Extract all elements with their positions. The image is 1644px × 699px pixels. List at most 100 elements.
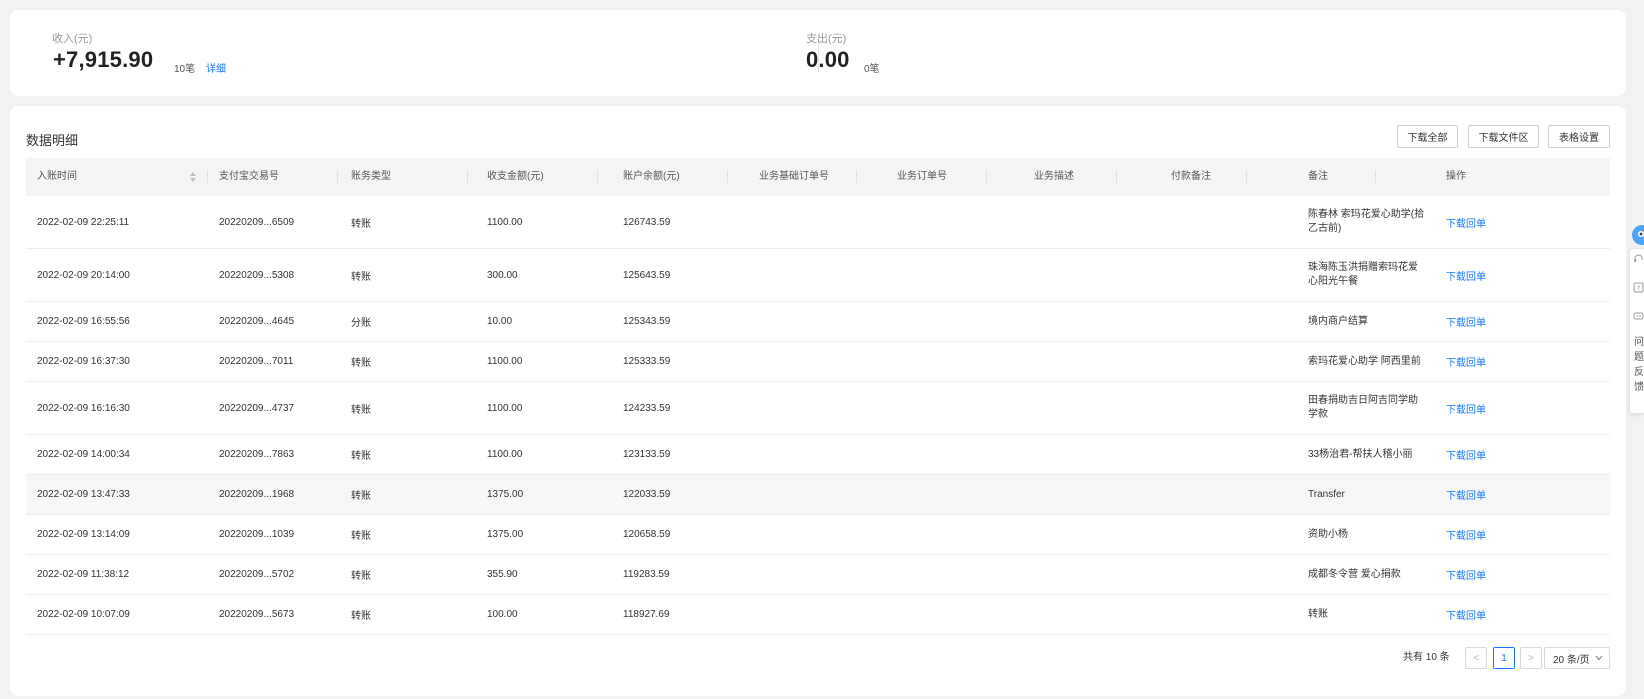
download-receipt-link[interactable]: 下载回单 bbox=[1446, 435, 1486, 474]
col-remark: 备注 bbox=[1308, 171, 1328, 182]
header-separator bbox=[1116, 170, 1117, 184]
page-1-button[interactable]: 1 bbox=[1493, 647, 1515, 669]
cell-trade-no: 20220209...5673 bbox=[219, 609, 295, 620]
cell-amount: 1100.00 bbox=[487, 216, 523, 228]
expense-count: 0笔 bbox=[864, 64, 880, 75]
header-separator bbox=[467, 170, 468, 184]
col-time[interactable]: 入账时间 bbox=[37, 158, 77, 196]
col-description: 业务描述 bbox=[1034, 171, 1074, 182]
download-files-button[interactable]: 下载文件区 bbox=[1468, 125, 1539, 148]
cell-type: 转账 bbox=[351, 271, 371, 283]
cell-balance: 124233.59 bbox=[623, 402, 671, 414]
cell-trade-no: 20220209...4737 bbox=[219, 402, 295, 414]
help-icon[interactable]: ? bbox=[1633, 282, 1644, 293]
download-receipt-link[interactable]: 下载回单 bbox=[1446, 515, 1486, 554]
cell-amount: 355.90 bbox=[487, 569, 518, 580]
header-separator bbox=[1246, 170, 1247, 184]
prev-page-button[interactable]: < bbox=[1465, 647, 1487, 669]
cell-balance: 119283.59 bbox=[623, 569, 670, 580]
summary-card: 收入(元) +7,915.90 10笔 详细 支出(元) 0.00 0笔 bbox=[10, 10, 1626, 96]
col-amount: 收支金额(元) bbox=[487, 171, 544, 182]
chevron-down-icon bbox=[1595, 655, 1603, 661]
table-row: 2022-02-09 13:47:33 20220209...1968 转账 1… bbox=[26, 475, 1610, 515]
cell-balance: 120658.59 bbox=[623, 529, 671, 540]
download-receipt-link[interactable]: 下载回单 bbox=[1446, 249, 1486, 301]
cell-remark: 陈春林 索玛花爱心助学(拾乙古前) bbox=[1308, 209, 1425, 234]
table-row: 2022-02-09 10:07:09 20220209...5673 转账 1… bbox=[26, 595, 1610, 635]
robot-assistant-icon[interactable] bbox=[1630, 222, 1644, 248]
table-row: 2022-02-09 11:38:12 20220209...5702 转账 3… bbox=[26, 555, 1610, 595]
cell-time: 2022-02-09 10:07:09 bbox=[37, 609, 130, 620]
cell-type: 转账 bbox=[351, 451, 371, 462]
cell-type: 转账 bbox=[351, 404, 371, 416]
feedback-label[interactable]: 问题反馈 bbox=[1634, 335, 1644, 395]
page-size-select[interactable]: 20 条/页 bbox=[1544, 647, 1610, 669]
table-row: 2022-02-09 16:37:30 20220209...7011 转账 1… bbox=[26, 342, 1610, 382]
next-page-button[interactable]: > bbox=[1520, 647, 1542, 669]
download-all-button[interactable]: 下载全部 bbox=[1397, 125, 1458, 148]
cell-time: 2022-02-09 16:37:30 bbox=[37, 356, 130, 367]
income-detail-link[interactable]: 详细 bbox=[206, 60, 226, 75]
cell-trade-no: 20220209...1968 bbox=[219, 489, 295, 500]
headset-icon[interactable] bbox=[1633, 253, 1644, 264]
cell-remark: Transfer bbox=[1308, 488, 1345, 500]
income-summary: 收入(元) +7,915.90 10笔 详细 bbox=[10, 10, 810, 96]
download-receipt-link[interactable]: 下载回单 bbox=[1446, 475, 1486, 514]
cell-remark: 资助小杨 bbox=[1308, 528, 1348, 540]
cell-balance: 125333.59 bbox=[623, 356, 671, 367]
col-payment-note: 付款备注 bbox=[1171, 171, 1211, 182]
side-widget[interactable]: ? 问题反馈 bbox=[1629, 222, 1644, 414]
cell-type: 转账 bbox=[351, 571, 371, 582]
cell-type: 转账 bbox=[351, 531, 371, 542]
table-header: 入账时间 支付宝交易号 账务类型 收支金额(元) 账户余额(元) 业务基础订单号… bbox=[26, 158, 1610, 196]
header-separator bbox=[727, 170, 728, 184]
download-receipt-link[interactable]: 下载回单 bbox=[1446, 382, 1486, 434]
page-size-label: 20 条/页 bbox=[1553, 654, 1590, 666]
cell-time: 2022-02-09 14:00:34 bbox=[37, 449, 130, 460]
cell-balance: 125643.59 bbox=[623, 269, 671, 281]
cell-remark: 成都冬令营 爱心捐款 bbox=[1308, 568, 1401, 580]
col-type: 账务类型 bbox=[351, 171, 391, 182]
cell-trade-no: 20220209...7011 bbox=[219, 356, 294, 367]
cell-remark: 转账 bbox=[1308, 608, 1328, 620]
download-receipt-link[interactable]: 下载回单 bbox=[1446, 196, 1486, 248]
cell-type: 转账 bbox=[351, 218, 371, 230]
col-action: 操作 bbox=[1446, 171, 1466, 182]
cell-trade-no: 20220209...5702 bbox=[219, 569, 295, 580]
cell-balance: 118927.69 bbox=[623, 609, 670, 620]
table-settings-button[interactable]: 表格设置 bbox=[1548, 125, 1610, 148]
detail-card: 数据明细 下载全部 下载文件区 表格设置 入账时间 支付宝交易号 账务类型 收支… bbox=[10, 106, 1626, 696]
cell-balance: 123133.59 bbox=[623, 449, 671, 460]
download-receipt-link[interactable]: 下载回单 bbox=[1446, 302, 1486, 341]
header-separator bbox=[207, 170, 208, 184]
cell-type: 分账 bbox=[351, 318, 371, 329]
download-receipt-link[interactable]: 下载回单 bbox=[1446, 342, 1486, 381]
table-row: 2022-02-09 16:55:56 20220209...4645 分账 1… bbox=[26, 302, 1610, 342]
col-order-no: 业务订单号 bbox=[897, 171, 947, 182]
cell-time: 2022-02-09 16:16:30 bbox=[37, 402, 130, 414]
pagination-total: 共有 10 条 bbox=[1403, 652, 1450, 663]
col-base-order-no: 业务基础订单号 bbox=[759, 171, 829, 182]
transactions-table: 入账时间 支付宝交易号 账务类型 收支金额(元) 账户余额(元) 业务基础订单号… bbox=[26, 158, 1610, 635]
header-separator bbox=[1375, 170, 1376, 184]
income-amount: +7,915.90 bbox=[53, 47, 154, 72]
table-row: 2022-02-09 22:25:11 20220209...6509 转账 1… bbox=[26, 196, 1610, 249]
cell-amount: 1375.00 bbox=[487, 489, 524, 500]
cell-amount: 1375.00 bbox=[487, 529, 524, 540]
cell-balance: 126743.59 bbox=[623, 216, 671, 228]
cell-amount: 1100.00 bbox=[487, 356, 523, 367]
cell-balance: 125343.59 bbox=[623, 316, 671, 327]
cell-trade-no: 20220209...6509 bbox=[219, 216, 295, 228]
download-receipt-link[interactable]: 下载回单 bbox=[1446, 595, 1486, 634]
income-count: 10笔 bbox=[174, 64, 196, 75]
chat-icon[interactable] bbox=[1633, 311, 1644, 322]
cell-trade-no: 20220209...4645 bbox=[219, 316, 295, 327]
cell-amount: 1100.00 bbox=[487, 402, 523, 414]
cell-remark: 田春捐助吉日阿吉同学助学款 bbox=[1308, 395, 1418, 420]
cell-trade-no: 20220209...1039 bbox=[219, 529, 295, 540]
header-separator bbox=[856, 170, 857, 184]
sort-icon[interactable] bbox=[189, 171, 197, 183]
cell-time: 2022-02-09 13:47:33 bbox=[37, 489, 130, 500]
col-balance: 账户余额(元) bbox=[623, 171, 680, 182]
download-receipt-link[interactable]: 下载回单 bbox=[1446, 555, 1486, 594]
